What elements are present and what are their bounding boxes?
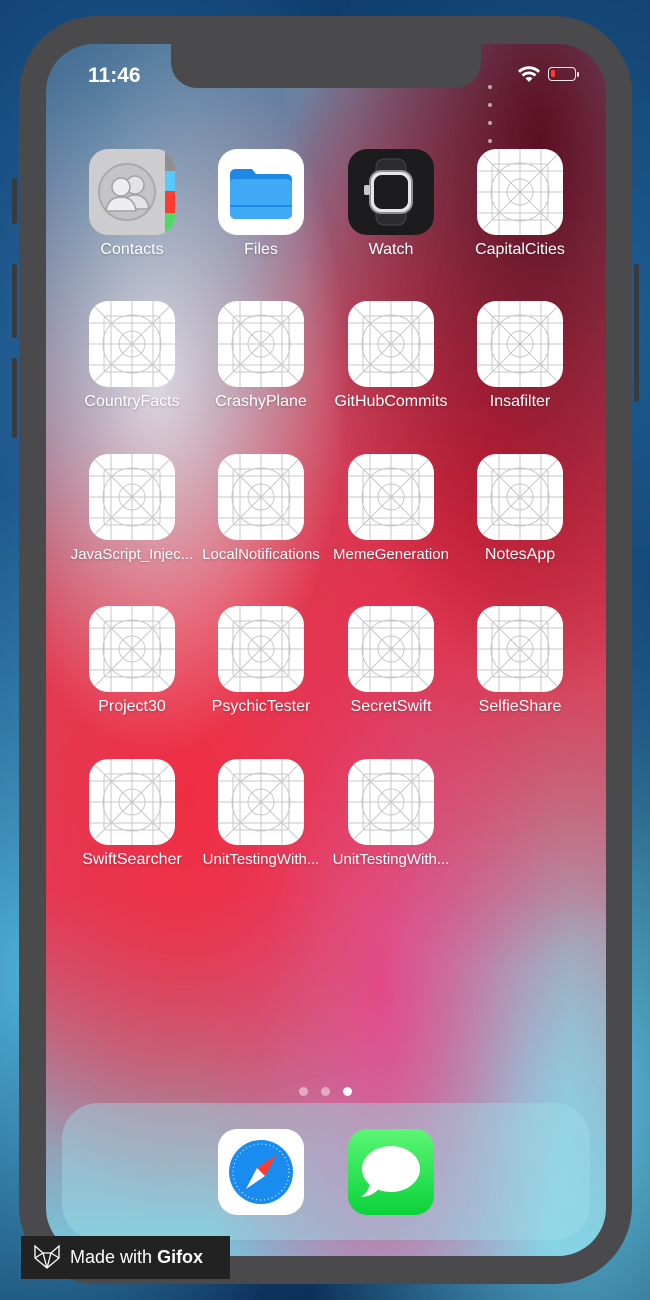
app-label: PsychicTester <box>211 698 311 715</box>
watermark-text: Made with Gifox <box>70 1236 203 1279</box>
app-label: UnitTestingWith... <box>332 851 450 868</box>
app-capitalcities[interactable]: CapitalCities <box>455 149 585 259</box>
silent-switch <box>12 178 17 224</box>
app-javascript-injection[interactable]: JavaScript_Injec... <box>67 454 197 563</box>
app-label: CountryFacts <box>84 393 180 410</box>
volume-up-button <box>12 264 17 338</box>
contacts-icon <box>89 149 175 235</box>
placeholder-app-icon <box>218 759 304 845</box>
wifi-icon <box>518 66 540 82</box>
page-dot-active <box>343 1087 352 1096</box>
app-swiftsearcher[interactable]: SwiftSearcher <box>67 759 197 869</box>
placeholder-app-icon <box>348 606 434 692</box>
app-label: Contacts <box>100 241 164 258</box>
app-label: Insafilter <box>489 393 551 410</box>
app-label: CapitalCities <box>475 241 565 258</box>
cellular-signal-icon <box>488 76 494 148</box>
safari-icon <box>218 1129 304 1215</box>
watermark-brand: Gifox <box>157 1247 204 1267</box>
placeholder-app-icon <box>348 301 434 387</box>
app-files[interactable]: Files <box>196 149 326 259</box>
app-unittestingwith-1[interactable]: UnitTestingWith... <box>196 759 326 868</box>
app-watch[interactable]: Watch <box>326 149 456 259</box>
notch <box>171 44 481 88</box>
app-selfieshare[interactable]: SelfieShare <box>455 606 585 716</box>
app-label: MemeGeneration <box>333 546 449 563</box>
placeholder-app-icon <box>218 454 304 540</box>
app-label: JavaScript_Injec... <box>70 546 194 563</box>
fox-logo-icon <box>34 1244 60 1269</box>
app-messages[interactable] <box>348 1129 434 1215</box>
watermark-prefix: Made with <box>70 1247 153 1267</box>
placeholder-app-icon <box>348 454 434 540</box>
app-localnotifications[interactable]: LocalNotifications <box>196 454 326 563</box>
watch-icon <box>348 149 434 235</box>
placeholder-app-icon <box>89 301 175 387</box>
page-indicator[interactable] <box>299 1083 365 1101</box>
app-label: Files <box>244 241 278 258</box>
app-crashyplane[interactable]: CrashyPlane <box>196 301 326 411</box>
volume-down-button <box>12 358 17 438</box>
app-insafilter[interactable]: Insafilter <box>455 301 585 411</box>
app-label: GitHubCommits <box>334 393 448 410</box>
app-githubcommits[interactable]: GitHubCommits <box>326 301 456 411</box>
app-label: NotesApp <box>484 546 556 563</box>
app-label: Watch <box>368 241 414 258</box>
placeholder-app-icon <box>218 301 304 387</box>
app-label: CrashyPlane <box>215 393 307 410</box>
app-contacts[interactable]: Contacts <box>67 149 197 259</box>
placeholder-app-icon <box>477 149 563 235</box>
app-memegeneration[interactable]: MemeGeneration <box>326 454 456 563</box>
app-countryfacts[interactable]: CountryFacts <box>67 301 197 411</box>
power-button <box>634 264 639 402</box>
app-label: LocalNotifications <box>202 546 320 563</box>
app-label: UnitTestingWith... <box>202 851 320 868</box>
placeholder-app-icon <box>89 606 175 692</box>
app-project30[interactable]: Project30 <box>67 606 197 716</box>
app-label: Project30 <box>98 698 166 715</box>
battery-icon <box>548 67 579 81</box>
app-secretswift[interactable]: SecretSwift <box>326 606 456 716</box>
app-psychictester[interactable]: PsychicTester <box>196 606 326 716</box>
app-label: SelfieShare <box>478 698 562 715</box>
gifox-watermark: Made with Gifox <box>21 1236 230 1279</box>
page-dot <box>299 1087 308 1096</box>
placeholder-app-icon <box>477 301 563 387</box>
placeholder-app-icon <box>89 759 175 845</box>
status-time: 11:46 <box>88 64 141 87</box>
placeholder-app-icon <box>218 606 304 692</box>
app-safari[interactable] <box>218 1129 304 1215</box>
placeholder-app-icon <box>348 759 434 845</box>
messages-icon <box>348 1129 434 1215</box>
app-label: SwiftSearcher <box>82 851 182 868</box>
files-icon <box>218 149 304 235</box>
dock <box>62 1103 590 1240</box>
placeholder-app-icon <box>477 606 563 692</box>
app-notesapp[interactable]: NotesApp <box>455 454 585 564</box>
app-unittestingwith-2[interactable]: UnitTestingWith... <box>326 759 456 868</box>
placeholder-app-icon <box>89 454 175 540</box>
page-dot <box>321 1087 330 1096</box>
placeholder-app-icon <box>477 454 563 540</box>
app-label: SecretSwift <box>350 698 432 715</box>
